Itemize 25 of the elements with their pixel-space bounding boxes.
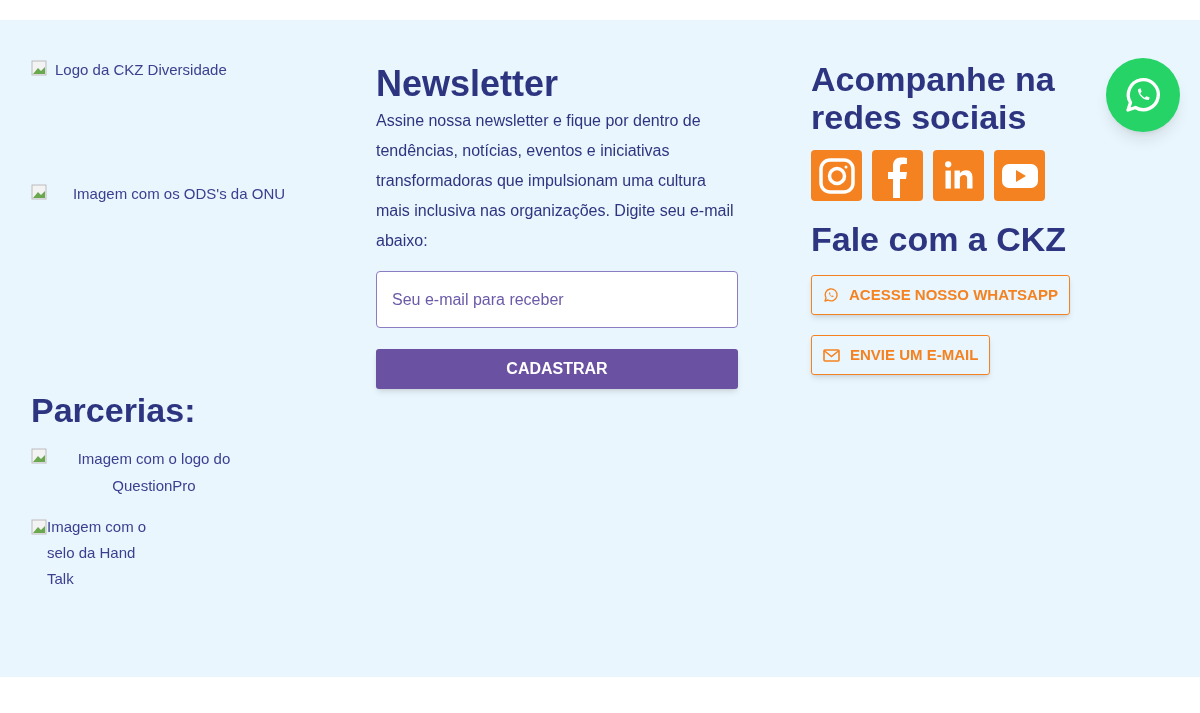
broken-image-icon	[31, 448, 47, 464]
whatsapp-icon	[1123, 75, 1163, 115]
mail-icon	[823, 348, 840, 362]
instagram-icon[interactable]	[811, 150, 862, 201]
subscribe-button[interactable]: CADASTRAR	[376, 349, 738, 389]
partners-heading: Parcerias:	[31, 390, 197, 430]
whatsapp-float-button[interactable]	[1106, 58, 1180, 132]
broken-image-icon	[31, 519, 47, 535]
whatsapp-icon	[823, 287, 839, 303]
contact-button[interactable]: ENVIE UM E-MAIL	[811, 335, 991, 375]
newsletter-heading: Newsletter	[376, 62, 560, 106]
image-alt-text: Imagem com o logo do QuestionPro	[76, 449, 232, 496]
social-heading: Acompanhe na redes sociais	[811, 60, 1056, 136]
broken-image-icon	[31, 184, 47, 200]
contact-button[interactable]: ACESSE NOSSO WHATSAPP	[811, 275, 1070, 315]
linkedin-icon[interactable]	[933, 150, 984, 201]
email-field[interactable]: Seu e-mail para receber	[376, 271, 738, 328]
image-alt-text: Imagem com o selo da Hand Talk	[47, 517, 148, 589]
newsletter-description: Assine nossa newsletter e fique por dentro de tendências, notícias, eventos e iniciativas transformadoras que impulsionam uma cultura mais inclusiva nas organizações. Digite seu e-mail abaixo:	[376, 111, 735, 251]
facebook-icon[interactable]	[872, 150, 923, 201]
contact-heading: Fale com a CKZ	[811, 219, 1068, 260]
broken-image-icon	[31, 60, 47, 76]
youtube-icon[interactable]	[994, 150, 1045, 201]
image-alt-text: Imagem com os ODS's da ONU	[71, 184, 287, 204]
image-alt-text: Logo da CKZ Diversidade	[55, 60, 227, 80]
